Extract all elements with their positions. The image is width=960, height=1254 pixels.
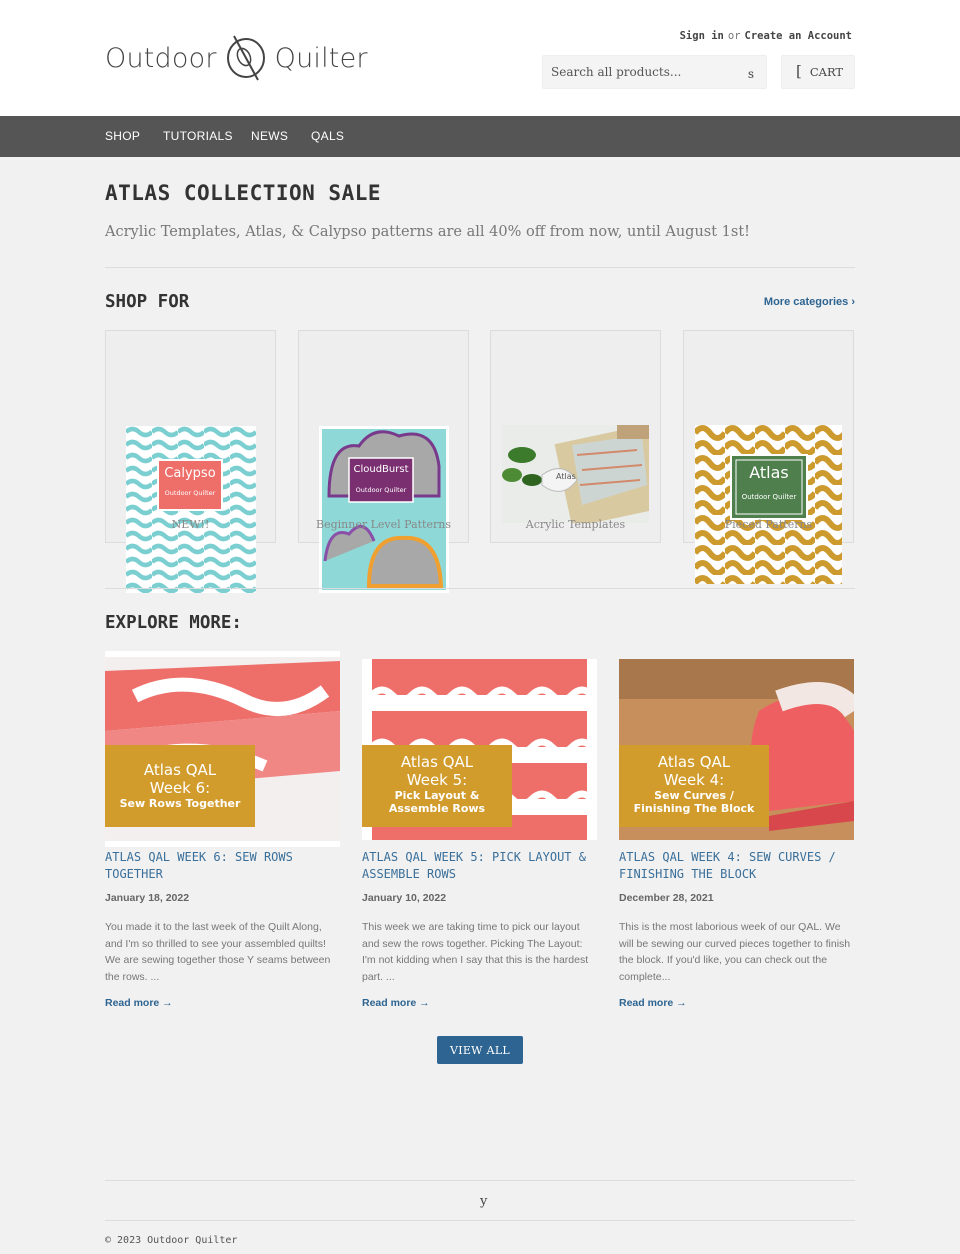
banner-line-1: Atlas QAL: [657, 753, 731, 771]
category-card-new[interactable]: Calypso Outdoor Quilter NEW!!: [105, 330, 276, 593]
create-account-link[interactable]: Create an Account: [745, 30, 852, 42]
post-title-link[interactable]: ATLAS QAL WEEK 5: PICK LAYOUT & ASSEMBLE…: [362, 849, 597, 882]
cart-button[interactable]: [ CART: [781, 55, 855, 89]
cloudburst-pattern-image: CloudBurst Outdoor Quilter: [319, 426, 449, 593]
category-card-pieced[interactable]: Atlas Outdoor Quilter Pieced Patterns: [683, 330, 854, 584]
copyright-text: © 2023 Outdoor Quilter: [105, 1235, 238, 1246]
banner-line-1: Atlas QAL: [143, 761, 217, 779]
post-date: January 18, 2022: [105, 892, 190, 904]
category-card-beginner[interactable]: CloudBurst Outdoor Quilter Beginner Leve…: [298, 330, 469, 593]
main-nav: SHOP TUTORIALS NEWS QALS: [0, 116, 960, 157]
post-thumbnail[interactable]: Atlas QAL Week 6: Sew Rows Together: [105, 651, 340, 847]
footer-divider: [105, 1220, 855, 1221]
shop-for-title: SHOP FOR: [105, 292, 190, 312]
category-label-beginner: Beginner Level Patterns: [316, 518, 451, 531]
banner-line-4: Finishing The Block: [633, 802, 755, 815]
divider: [105, 588, 855, 589]
logo-text-right: Quilter: [274, 42, 368, 74]
nav-item-shop[interactable]: SHOP: [105, 129, 140, 143]
hero-title: ATLAS COLLECTION SALE: [105, 181, 382, 205]
banner-line-3: Sew Curves /: [654, 789, 734, 802]
search-input[interactable]: [543, 56, 733, 88]
banner-line-1: Atlas QAL: [400, 753, 474, 771]
post-title-link[interactable]: ATLAS QAL WEEK 4: SEW CURVES / FINISHING…: [619, 849, 854, 882]
banner-line-2: Week 6:: [149, 779, 211, 797]
cloudburst-title: CloudBurst: [353, 464, 409, 475]
cart-label: CART: [809, 65, 844, 79]
social-icon[interactable]: y: [480, 1194, 487, 1209]
more-categories-link[interactable]: More categories ›: [764, 296, 855, 308]
post-title-link[interactable]: ATLAS QAL WEEK 6: SEW ROWS TOGETHER: [105, 849, 340, 882]
logo-text-left: Outdoor: [105, 42, 217, 74]
banner-line-2: Week 4:: [663, 771, 725, 789]
post-thumbnail[interactable]: Atlas QAL Week 5: Pick Layout & Assemble…: [362, 651, 597, 847]
banner-line-3: Sew Rows Together: [119, 797, 241, 810]
banner-line-3: Pick Layout &: [394, 789, 480, 802]
read-more-link[interactable]: Read more →: [105, 997, 340, 1009]
search-bar: s: [542, 55, 767, 89]
category-label-pieced: Pieced Patterns: [724, 518, 813, 531]
post-excerpt: This is the most laborious week of our Q…: [619, 921, 851, 983]
blog-post-card: Atlas QAL Week 4: Sew Curves / Finishing…: [619, 651, 854, 1009]
sign-in-link[interactable]: Sign in: [680, 30, 724, 42]
site-header: Outdoor Quilter Sign in or Create an Accou…: [0, 0, 960, 116]
blog-post-card: Atlas QAL Week 6: Sew Rows Together ATLA…: [105, 651, 340, 1009]
post-thumbnail[interactable]: Atlas QAL Week 4: Sew Curves / Finishing…: [619, 651, 854, 847]
footer-divider: [105, 1180, 855, 1181]
site-logo[interactable]: Outdoor Quilter: [105, 32, 368, 84]
atlas-pattern-image: Atlas Outdoor Quilter: [695, 425, 842, 584]
nav-item-qals[interactable]: QALS: [311, 129, 344, 143]
cart-icon: [: [796, 61, 802, 80]
divider: [105, 267, 855, 268]
category-label-acrylic: Acrylic Templates: [525, 518, 626, 531]
cloudburst-brand: Outdoor Quilter: [355, 486, 407, 494]
read-more-link[interactable]: Read more →: [362, 997, 597, 1009]
search-icon[interactable]: s: [748, 67, 754, 81]
post-date: December 28, 2021: [619, 892, 714, 904]
post-date: January 10, 2022: [362, 892, 447, 904]
category-label-new: NEW!!: [171, 518, 210, 531]
nav-item-news[interactable]: NEWS: [251, 129, 288, 143]
calypso-brand: Outdoor Quilter: [164, 489, 216, 497]
read-more-link[interactable]: Read more →: [619, 997, 854, 1009]
banner-line-4: Assemble Rows: [388, 802, 486, 815]
or-text: or: [727, 30, 741, 42]
calypso-pattern-image: Calypso Outdoor Quilter: [126, 426, 256, 593]
acrylic-templates-photo: Atlas: [502, 425, 649, 523]
needle-thread-logo-icon: [226, 35, 265, 81]
post-excerpt: This week we are taking time to pick our…: [362, 921, 589, 983]
blog-post-card: Atlas QAL Week 5: Pick Layout & Assemble…: [362, 651, 597, 1009]
hero-subtitle: Acrylic Templates, Atlas, & Calypso patt…: [105, 224, 750, 240]
atlas-title: Atlas: [749, 463, 789, 482]
calypso-title: Calypso: [164, 466, 216, 481]
account-links: Sign in or Create an Account: [680, 30, 852, 42]
atlas-brand: Outdoor Quilter: [741, 493, 797, 501]
nav-item-tutorials[interactable]: TUTORIALS: [163, 129, 233, 143]
post-excerpt: You made it to the last week of the Quil…: [105, 921, 331, 983]
category-card-acrylic[interactable]: Atlas Acrylic Templates: [490, 330, 661, 543]
banner-line-2: Week 5:: [406, 771, 468, 789]
view-all-button[interactable]: VIEW ALL: [437, 1036, 523, 1064]
acrylic-template-text: Atlas: [556, 472, 576, 481]
explore-more-title: EXPLORE MORE:: [105, 613, 242, 633]
